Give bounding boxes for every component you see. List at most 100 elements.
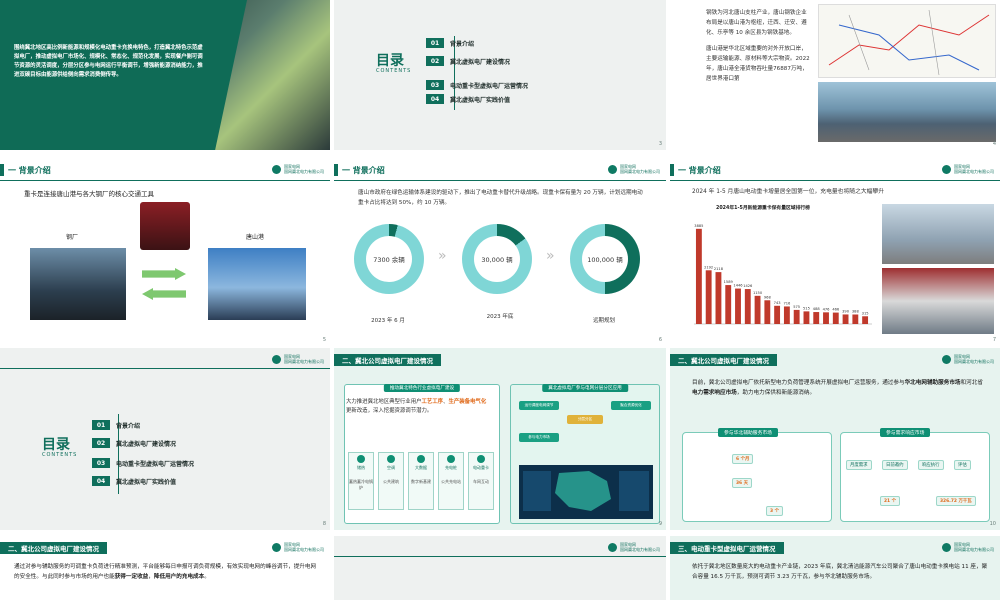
logo-company: 国网冀北电力有限公司	[284, 547, 324, 552]
toc-item-label: 冀北虚拟电厂实践价值	[116, 478, 177, 486]
stat-count: 3 个	[766, 506, 783, 516]
slide-ev-ranking[interactable]: 一 背景介绍 国家电网 国网冀北电力有限公司 2024 年 1-5 月唐山电动重卡…	[670, 158, 1000, 346]
chart-bar	[832, 312, 839, 324]
step-4: 评估	[954, 460, 971, 470]
chart-data-label: 1446	[733, 284, 743, 288]
port-label: 唐山港	[246, 234, 265, 241]
chart-data-label: 515	[803, 306, 810, 310]
highlight-process: 工艺工序	[421, 399, 444, 405]
toc-item-3[interactable]: 03 电动重卡型虚拟电厂运营情况	[426, 80, 528, 90]
toc-item-label: 冀北虚拟电厂实践价值	[450, 96, 511, 104]
category-bigdata[interactable]: 大数据 数字新基建	[408, 452, 434, 510]
logo-company: 国网冀北电力有限公司	[954, 359, 994, 364]
chart-data-label: 315	[862, 311, 869, 315]
chart-data-label: 575	[793, 305, 800, 309]
arrow-right-icon	[142, 268, 186, 280]
slide-background-trucks[interactable]: 一 背景介绍 国家电网 国网冀北电力有限公司 重卡是连接唐山港与各大钢厂的核心交通…	[0, 158, 330, 346]
toc-item-label: 冀北虚拟电厂建设情况	[450, 58, 511, 66]
toc-item-2[interactable]: 02 冀北虚拟电厂建设情况	[92, 438, 176, 448]
chart-bar	[695, 228, 702, 324]
section-title: 一 背景介绍	[342, 165, 385, 175]
toc-title: 目录	[42, 437, 70, 453]
chart-bar	[715, 272, 722, 324]
harbor-photo	[208, 248, 306, 320]
progress-ring-2023-jun: 7300 余辆	[354, 224, 424, 294]
toc-item-1[interactable]: 01 背景介绍	[92, 420, 140, 430]
section-title: 一 背景介绍	[8, 165, 51, 175]
slide-tangshan-context[interactable]: 钢铁为河北唐山支柱产业，唐山钢铁企业布局是以唐山港为枢纽，迁西、迁安、遵化、乐亭…	[670, 0, 1000, 150]
toc-item-4[interactable]: 04 冀北虚拟电厂实践价值	[426, 94, 510, 104]
toc-item-2[interactable]: 02 冀北虚拟电厂建设情况	[426, 56, 510, 66]
text-fragment: ，助力电力保供和新能源消纳。	[736, 390, 816, 396]
state-grid-logo: 国家电网 国网冀北电力有限公司	[942, 164, 994, 174]
hex-item: 聚合资源优化	[611, 401, 651, 410]
slide-toc-2[interactable]: 国家电网 国网冀北电力有限公司 目录 CONTENTS 01 背景介绍 02 冀北虚拟…	[0, 348, 330, 530]
toc-subtitle: CONTENTS	[42, 452, 78, 458]
chart-data-label: 716	[783, 301, 791, 305]
slide-vpp-construction[interactable]: 二、冀北公司虚拟电厂建设情况 推动冀北特色行业虚拟电厂建设 大力推进冀北地区典型…	[334, 348, 666, 530]
category-desc: 车网互动	[473, 479, 489, 484]
category-heat-storage[interactable]: 储热 蓄热蓄冷电锅炉	[348, 452, 374, 510]
page-number: 5	[322, 337, 326, 343]
step-1: 月度需求	[846, 460, 872, 470]
stat-value: 21 个	[884, 499, 897, 504]
chart-bar	[725, 285, 732, 324]
step-2: 日前邀约	[882, 460, 908, 470]
slide-vpp-markets[interactable]: 二、冀北公司虚拟电厂建设情况 国家电网 国网冀北电力有限公司 目前，冀北公司虚拟电…	[670, 348, 1000, 530]
state-grid-logo: 国家电网 国网冀北电力有限公司	[272, 164, 324, 174]
category-charging-pile[interactable]: 充电桩 公共充电站	[438, 452, 464, 510]
panel-title: 冀北虚拟电厂参与电网分层分区应用	[542, 384, 628, 392]
slide-toc-1[interactable]: 目录 CONTENTS 01 背景介绍 02 冀北虚拟电厂建设情况 03 电动重…	[334, 0, 666, 150]
dashboard-screenshot	[519, 465, 653, 519]
state-grid-logo: 国家电网 国网冀北电力有限公司	[272, 542, 324, 552]
category-desc: 公共充电站	[441, 479, 461, 484]
header-rule	[334, 180, 666, 181]
page-number: 8	[322, 521, 326, 527]
toc-item-label: 背景介绍	[450, 40, 475, 48]
chart-bar	[842, 314, 849, 324]
ranking-bar-chart: 3885 2192 2118 15891446 14261150968743 716575…	[694, 224, 872, 325]
ranking-text: 2024 年 1-5 月唐山电动重卡增量居全国第一位，充电量也将随之大幅攀升	[692, 189, 885, 195]
chart-bar	[705, 270, 712, 324]
tangshan-text: 钢铁为河北唐山支柱产业，唐山钢铁企业布局是以唐山港为枢纽，迁西、迁安、遵化、乐亭…	[706, 8, 812, 84]
toc-item-4[interactable]: 04 冀北虚拟电厂实践价值	[92, 476, 176, 486]
slide-blank[interactable]: 国家电网 国网冀北电力有限公司	[334, 536, 666, 600]
category-desc: 公共建筑	[383, 479, 399, 484]
logo-mark-icon	[272, 542, 281, 552]
slide-load-forecast[interactable]: 二、冀北公司虚拟电厂建设情况 国家电网 国网冀北电力有限公司 通过对参与辅助服务的…	[0, 536, 330, 600]
chart-data-label: 1589	[724, 280, 734, 284]
steel-mill-label: 钢厂	[66, 234, 79, 241]
toc-item-3[interactable]: 03 电动重卡型虚拟电厂运营情况	[92, 458, 194, 468]
demand-response-box	[840, 432, 990, 522]
toc-subtitle: CONTENTS	[376, 68, 412, 74]
chart-data-label: 743	[774, 301, 781, 305]
aircon-icon	[387, 455, 395, 463]
logo-company: 国网冀北电力有限公司	[284, 359, 324, 364]
category-ev-truck[interactable]: 电动重卡 车网互动	[468, 452, 494, 510]
stat-value: 326.72 万千瓦	[940, 499, 972, 504]
state-grid-logo: 国家电网 国网冀北电力有限公司	[272, 354, 324, 364]
slide-cover-summary[interactable]: 围绕冀北地区高比例新能源和规模化电动重卡充换电特色，打造冀北特色示范虚拟电厂，推…	[0, 0, 330, 150]
section-header: 一 背景介绍	[670, 164, 721, 176]
toc-item-number: 02	[92, 438, 110, 448]
highlight-revenue: 获得一定收益	[114, 574, 149, 580]
chart-bar	[803, 311, 810, 324]
stat-value: 36 天	[736, 481, 749, 486]
page-number: 6	[658, 337, 662, 343]
toc-item-number: 03	[92, 458, 110, 468]
aggregation-text: 依托于冀北地区数量庞大的电动重卡产业链，2023 年底，冀北清洁能源汽车公司聚合…	[692, 564, 988, 580]
ev-truck-icon	[477, 455, 485, 463]
category-aircon[interactable]: 空调 公共建筑	[378, 452, 404, 510]
text-fragment: 。	[204, 574, 210, 580]
text-fragment: 大力推进冀北地区典型行业用户	[346, 399, 422, 405]
hex-item: 参与电力市场	[519, 433, 559, 442]
slide-ev-truck-vpp[interactable]: 三、电动重卡型虚拟电厂运营情况 国家电网 国网冀北电力有限公司 依托于冀北地区数量…	[670, 536, 1000, 600]
policy-text: 唐山市政府在绿色运输体系建设的驱动下，推出了电动重卡替代升级战略。现重卡保有量为…	[358, 190, 643, 206]
chart-data-label: 466	[832, 308, 840, 312]
stat-days: 36 天	[732, 478, 753, 488]
toc-item-1[interactable]: 01 背景介绍	[426, 38, 474, 48]
forecast-text: 通过对参与辅助服务的可调重卡负荷进行精准预测，平台能够每日申报可调负荷规模，有效…	[14, 562, 318, 582]
ring-label: 2023 年底	[486, 314, 514, 320]
chart-bar	[823, 312, 829, 324]
slide-ev-truck-growth[interactable]: 一 背景介绍 国家电网 国网冀北电力有限公司 唐山市政府在绿色运输体系建设的驱动下…	[334, 158, 666, 346]
